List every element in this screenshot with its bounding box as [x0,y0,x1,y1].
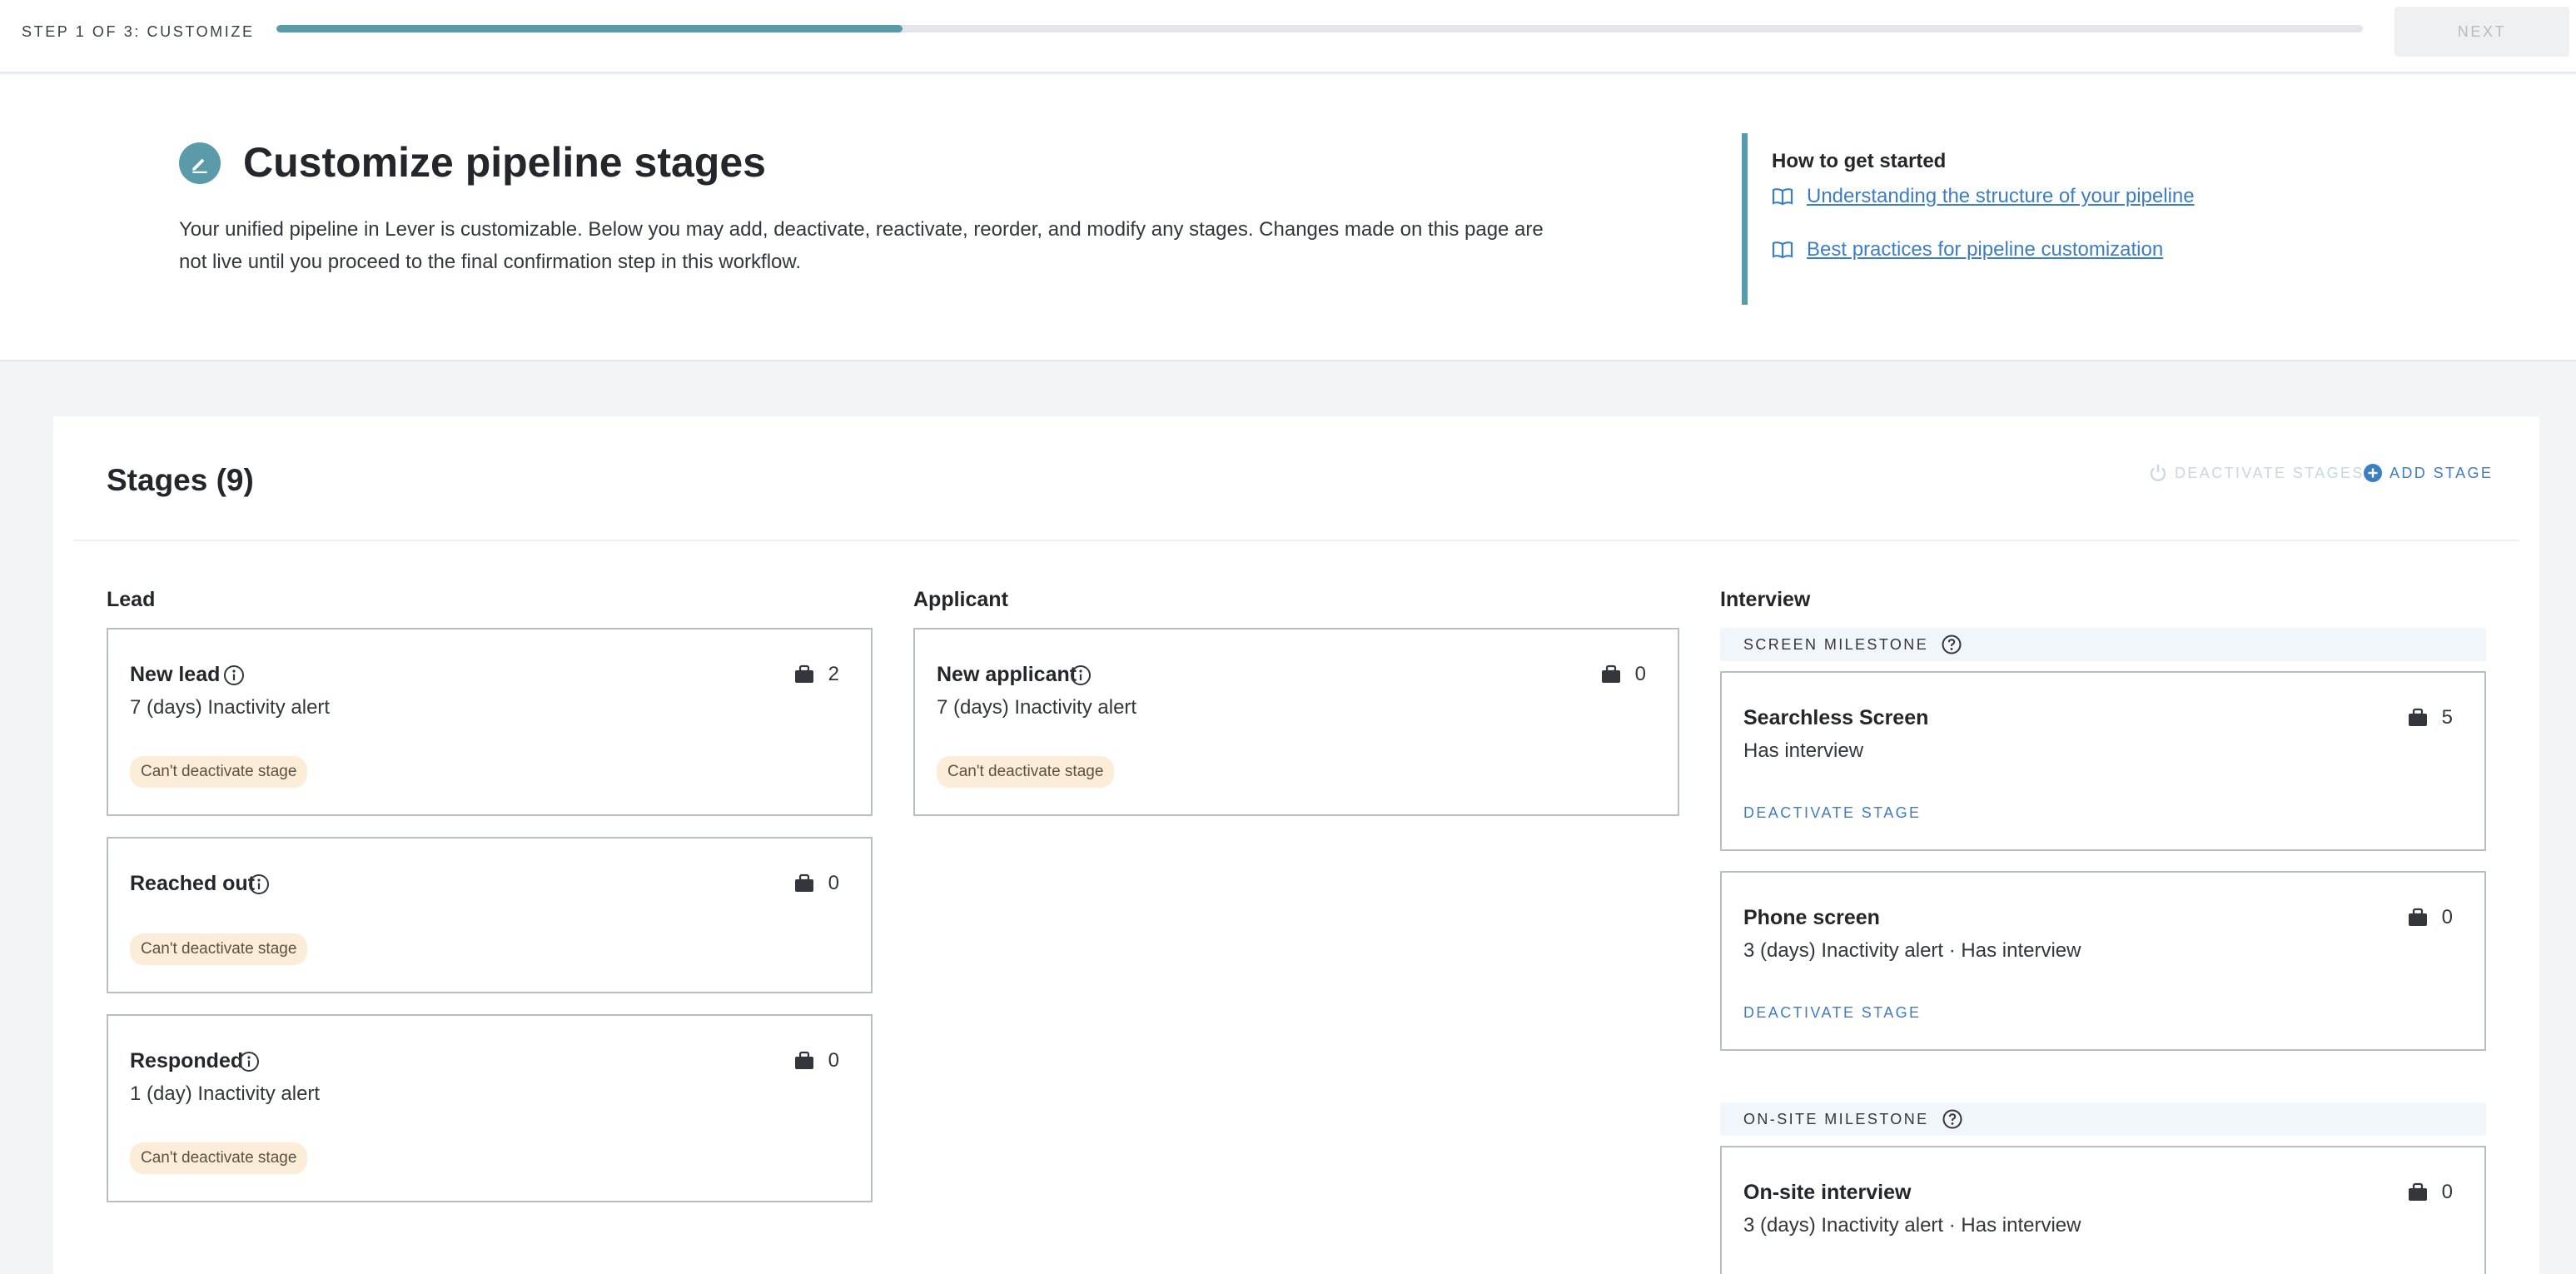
briefcase-icon [793,1051,815,1071]
count-value: 0 [2441,1181,2453,1203]
count-value: 0 [828,1049,839,1072]
help-link-pipeline-structure[interactable]: Understanding the structure of your pipe… [1772,185,2195,208]
help-title: How to get started [1772,150,1947,172]
stage-card-phone-screen[interactable]: Phone screen 0 3 (days) Inactivity alert… [1720,871,2486,1051]
stage-meta: 7 (days) Inactivity alert [937,696,1137,719]
candidate-count: 0 [2407,1181,2453,1204]
info-icon[interactable] [238,1051,260,1072]
book-icon [1772,241,1793,259]
info-icon[interactable] [248,873,270,895]
column-title-applicant: Applicant [913,588,1008,611]
briefcase-icon [793,664,815,684]
stage-meta: 3 (days) Inactivity alert · Has intervie… [1743,939,2081,962]
page-title: Customize pipeline stages [243,139,766,186]
power-icon [2148,463,2168,483]
page-header: Customize pipeline stages Your unified p… [0,75,2576,361]
count-value: 0 [828,872,839,894]
status-badge: Can't deactivate stage [130,933,308,965]
candidate-count: 0 [1600,663,1646,686]
candidate-count: 2 [793,663,839,686]
step-label: STEP 1 OF 3: CUSTOMIZE [22,23,255,40]
stage-card-responded[interactable]: Responded 0 1 (day) Inactivity alert Can… [107,1014,873,1202]
column-title-lead: Lead [107,588,156,611]
stage-name: On-site interview [1743,1181,1912,1204]
page-description: Your unified pipeline in Lever is custom… [179,218,1544,273]
briefcase-icon [2407,1182,2429,1202]
question-icon[interactable] [1942,635,1962,654]
briefcase-icon [2407,708,2429,728]
book-icon [1772,187,1793,206]
stage-meta: 3 (days) Inactivity alert · Has intervie… [1743,1214,2081,1237]
deactivate-stages-label[interactable]: DEACTIVATE STAGES [2175,465,2365,482]
help-link-best-practices[interactable]: Best practices for pipeline customizatio… [1772,238,2163,261]
briefcase-icon [2407,908,2429,928]
count-value: 5 [2441,706,2453,729]
stage-name: Phone screen [1743,906,1880,929]
status-badge: Can't deactivate stage [130,756,308,788]
add-stage-button[interactable]: ADD STAGE [2363,463,2493,483]
stages-panel: Stages (9) DEACTIVATE STAGES ADD STAGE L… [53,416,2539,1274]
stage-card-new-applicant[interactable]: New applicant 0 7 (days) Inactivity aler… [913,628,1679,816]
stage-meta: 7 (days) Inactivity alert [130,696,331,719]
count-value: 2 [828,663,839,685]
milestone-label: ON-SITE MILESTONE [1743,1110,1929,1127]
stage-card-onsite-interview[interactable]: On-site interview 0 3 (days) Inactivity … [1720,1146,2486,1274]
candidate-count: 0 [2407,906,2453,929]
progress-bar [276,25,2363,32]
stage-meta: Has interview [1743,739,1864,762]
stage-name: New applicant [937,663,1077,686]
stage-meta: 1 (day) Inactivity alert [130,1082,321,1105]
status-badge: Can't deactivate stage [937,756,1115,788]
help-link-label[interactable]: Understanding the structure of your pipe… [1807,185,2195,208]
stages-title: Stages (9) [107,463,254,497]
stage-name: Searchless Screen [1743,706,1929,729]
question-icon[interactable] [1942,1109,1962,1129]
help-link-label[interactable]: Best practices for pipeline customizatio… [1807,238,2163,261]
divider [73,540,2519,541]
count-value: 0 [1634,663,1646,685]
deactivate-stages-button[interactable]: DEACTIVATE STAGES [2148,463,2365,483]
stage-card-reached-out[interactable]: Reached out 0 Can't deactivate stage [107,837,873,993]
screen-milestone-header: SCREEN MILESTONE [1720,628,2486,661]
deactivate-stage-link[interactable]: DEACTIVATE STAGE [1743,804,1921,822]
progress-header: STEP 1 OF 3: CUSTOMIZE NEXT [0,0,2576,73]
stage-card-searchless-screen[interactable]: Searchless Screen 5 Has interview DEACTI… [1720,671,2486,851]
add-stage-label[interactable]: ADD STAGE [2390,465,2493,482]
column-title-interview: Interview [1720,588,1811,611]
briefcase-icon [793,873,815,893]
status-badge: Can't deactivate stage [130,1142,308,1174]
info-icon[interactable] [1070,664,1092,686]
plus-circle-icon [2363,463,2383,483]
count-value: 0 [2441,906,2453,928]
stage-card-new-lead[interactable]: New lead 2 7 (days) Inactivity alert Can… [107,628,873,816]
next-button[interactable]: NEXT [2394,7,2569,57]
stage-name: Reached out [130,872,256,895]
candidate-count: 0 [793,1049,839,1072]
stage-name: New lead [130,663,221,686]
info-icon[interactable] [223,664,245,686]
help-panel: How to get started Understanding the str… [1742,133,2208,305]
stage-name: Responded [130,1049,244,1072]
deactivate-stage-link[interactable]: DEACTIVATE STAGE [1743,1004,1921,1022]
candidate-count: 5 [2407,706,2453,729]
edit-pencil-icon [179,142,221,184]
milestone-label: SCREEN MILESTONE [1743,635,1929,653]
progress-bar-fill [276,25,903,32]
briefcase-icon [1600,664,1622,684]
candidate-count: 0 [793,872,839,895]
onsite-milestone-header: ON-SITE MILESTONE [1720,1102,2486,1136]
